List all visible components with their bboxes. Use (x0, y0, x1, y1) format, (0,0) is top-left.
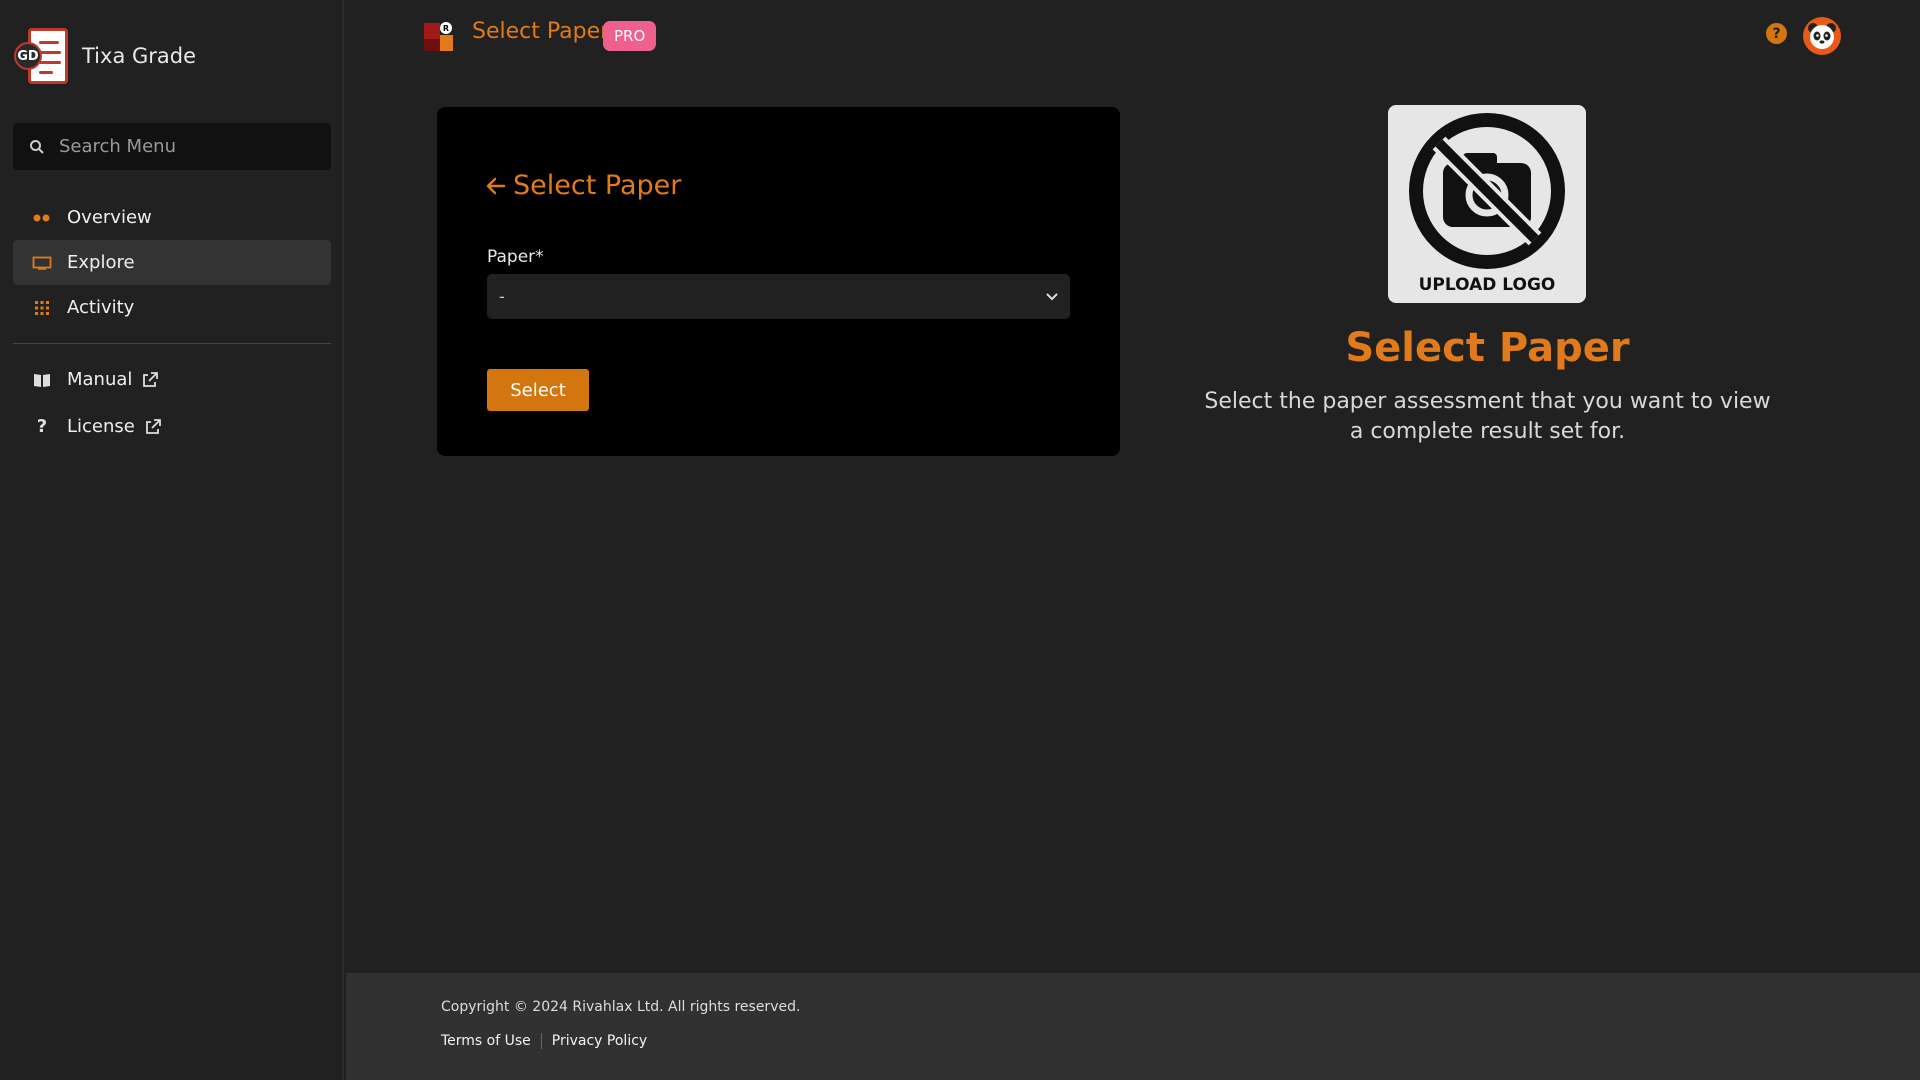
select-button[interactable]: Select (487, 369, 589, 411)
no-camera-icon (1409, 113, 1565, 269)
avatar[interactable] (1803, 17, 1841, 55)
sidebar-item-overview[interactable]: Overview (13, 195, 331, 240)
paper-select[interactable]: - (487, 274, 1070, 319)
dots-icon (31, 207, 53, 229)
paper-select-value: - (499, 287, 505, 306)
help-icon[interactable]: ? (1766, 23, 1787, 44)
sidebar-link-label: Manual (67, 369, 133, 390)
book-icon (31, 369, 53, 391)
panel-description: Select the paper assessment that you wan… (1204, 389, 1771, 444)
external-link-icon (145, 418, 162, 435)
upload-logo[interactable]: UPLOAD LOGO (1388, 105, 1586, 303)
question-icon: ? (36, 416, 48, 437)
chevron-down-icon (1046, 292, 1058, 300)
card-title: Select Paper (485, 170, 681, 201)
app-logo-badge: GD (14, 42, 42, 70)
paper-label: Paper* (487, 247, 544, 267)
sidebar-item-label: Activity (67, 297, 135, 318)
card-title-text: Select Paper (513, 170, 682, 201)
sidebar: GD Tixa Grade Overview Explore Activi (0, 0, 344, 1080)
sidebar-item-label: Explore (67, 252, 135, 273)
panel-title: Select Paper (1345, 325, 1630, 371)
footer-links: Terms of Use Privacy Policy (441, 1033, 647, 1049)
app-name: Tixa Grade (82, 44, 197, 68)
panda-icon (1808, 23, 1836, 49)
sidebar-link-label: License (67, 416, 135, 437)
module-icon: R (423, 20, 455, 52)
sidebar-link-manual[interactable]: Manual (13, 357, 331, 402)
search-menu[interactable] (13, 123, 331, 170)
grid-icon (31, 297, 53, 319)
select-paper-card: Select Paper Paper* - Select (437, 107, 1120, 456)
sidebar-item-explore[interactable]: Explore (13, 240, 331, 285)
sidebar-divider (13, 343, 331, 344)
terms-link[interactable]: Terms of Use (441, 1033, 531, 1049)
app-logo: GD (14, 26, 74, 86)
search-icon (30, 139, 44, 154)
back-arrow-icon[interactable] (485, 175, 507, 197)
brand[interactable]: GD Tixa Grade (14, 24, 196, 88)
privacy-link[interactable]: Privacy Policy (552, 1033, 647, 1049)
search-input[interactable] (59, 136, 299, 157)
page-title: Select Paper (472, 19, 610, 44)
pro-badge: PRO (603, 21, 657, 51)
copyright: Copyright © 2024 Rivahlax Ltd. All right… (441, 999, 801, 1015)
external-link-icon (142, 371, 159, 388)
footer-separator (540, 1033, 542, 1049)
footer: Copyright © 2024 Rivahlax Ltd. All right… (346, 973, 1920, 1080)
sidebar-item-activity[interactable]: Activity (13, 285, 331, 330)
monitor-icon (31, 252, 53, 274)
sidebar-item-label: Overview (67, 207, 152, 228)
upload-logo-text: UPLOAD LOGO (1418, 275, 1556, 295)
sidebar-link-license[interactable]: ? License (13, 404, 331, 449)
svg-text:R: R (443, 24, 449, 33)
